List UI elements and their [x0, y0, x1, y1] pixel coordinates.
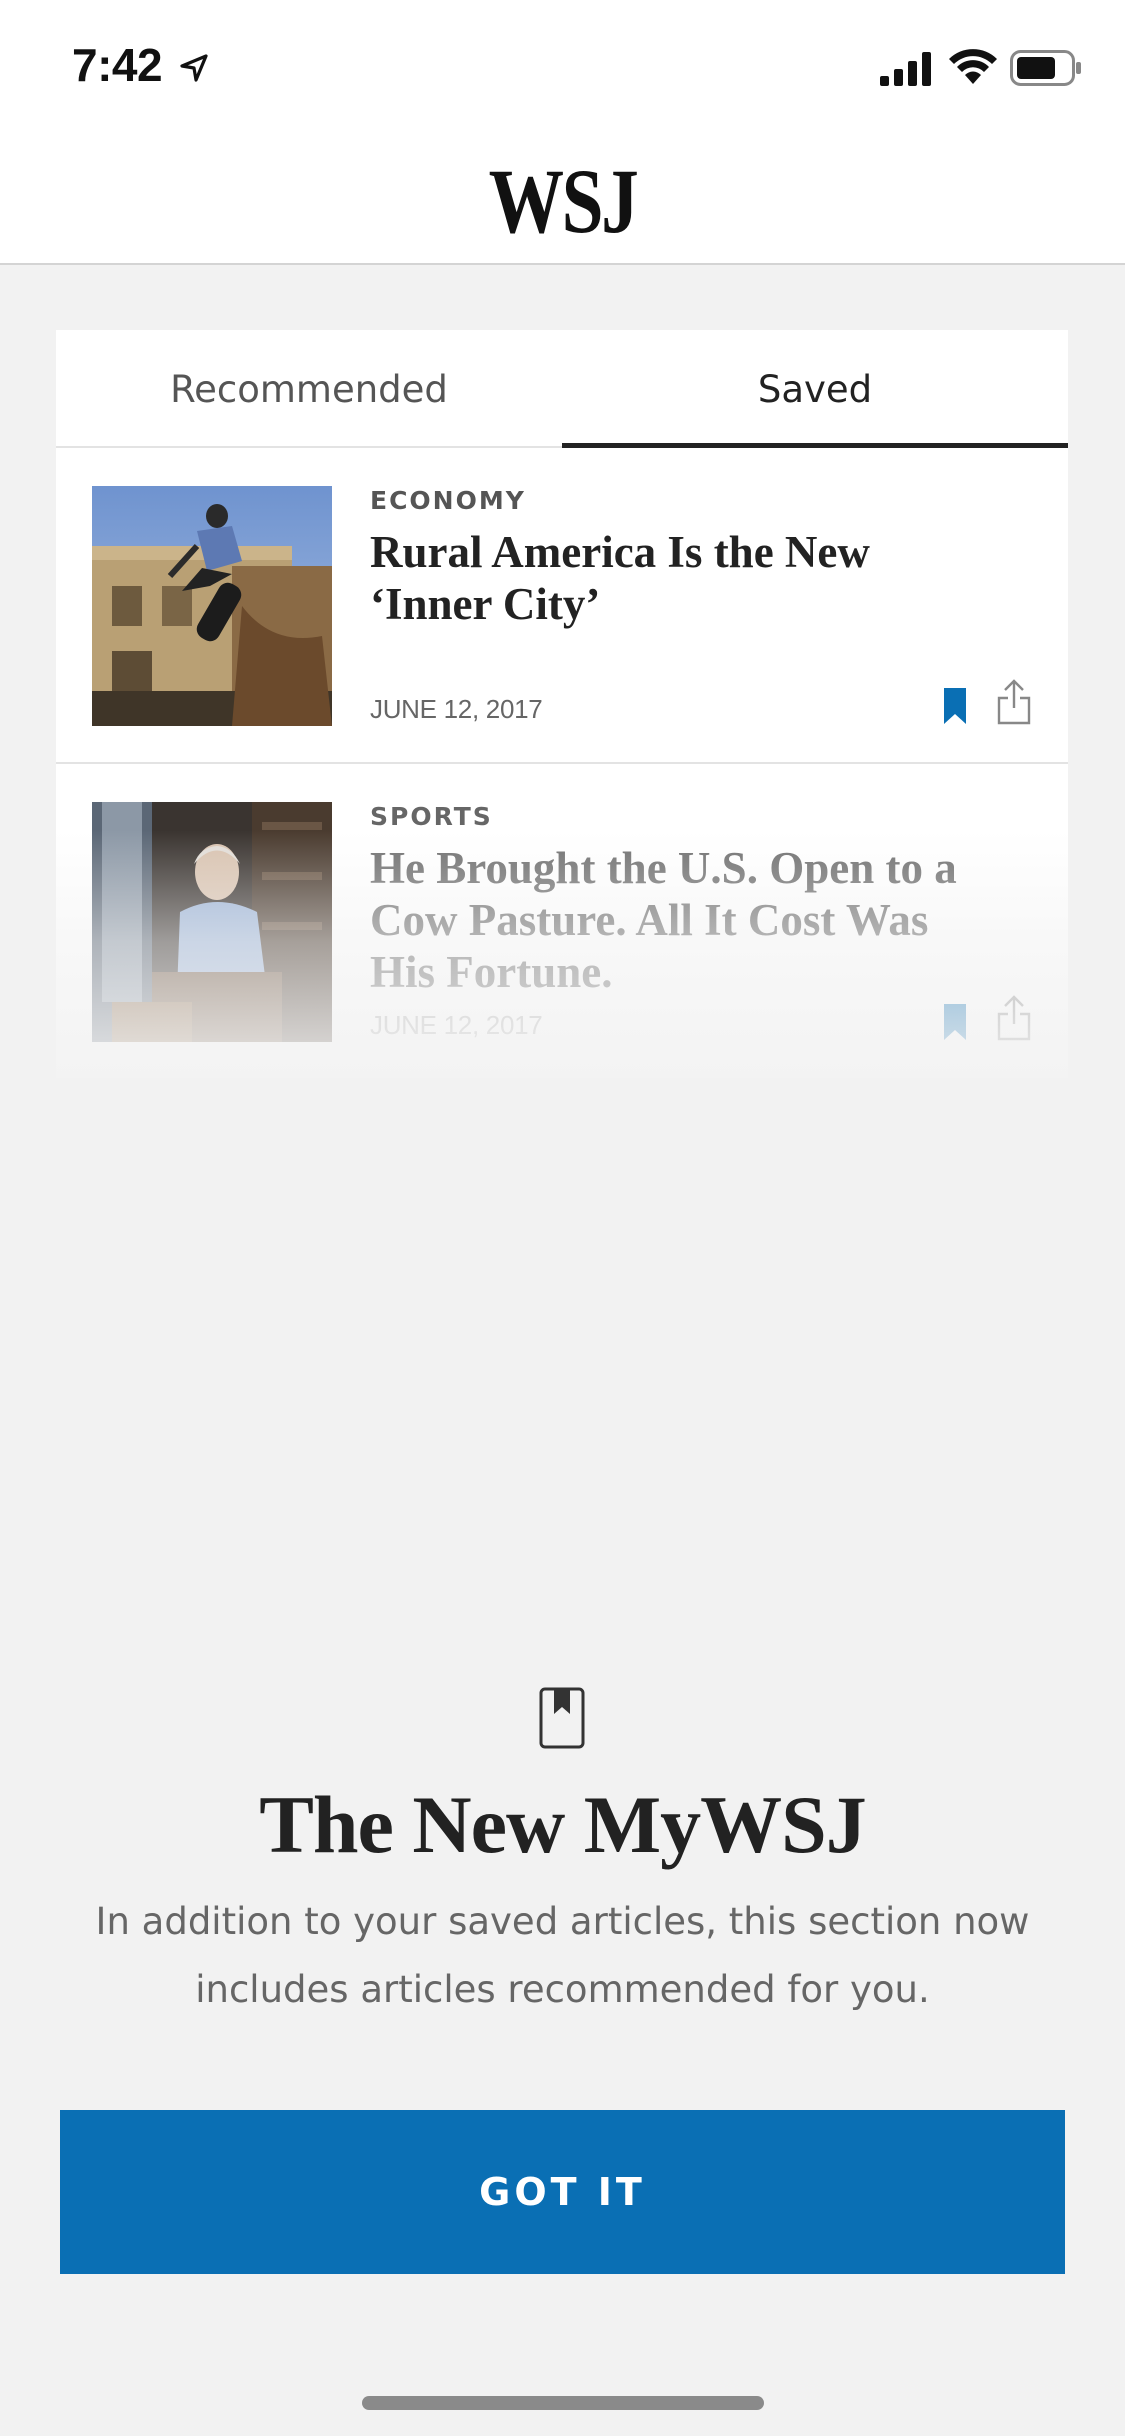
article-date: JUNE 12, 2017 — [370, 1010, 543, 1040]
status-time: 7:42 — [72, 39, 163, 91]
status-bar: 7:42 — [0, 0, 1125, 130]
article-item[interactable]: ECONOMY Rural America Is the New ‘Inner … — [56, 450, 1068, 764]
got-it-button[interactable]: GOT IT — [60, 2110, 1065, 2274]
wsj-logo: WSJ — [488, 150, 639, 252]
article-headline[interactable]: He Brought the U.S. Open to a Cow Pastur… — [370, 842, 970, 998]
app-header: WSJ — [0, 130, 1125, 265]
battery-icon — [1010, 50, 1081, 86]
share-icon[interactable] — [996, 994, 1032, 1042]
selected-tab-indicator — [562, 443, 1068, 448]
bookmark-icon[interactable] — [942, 1002, 968, 1042]
skateboarder-photo — [92, 486, 332, 726]
article-headline[interactable]: Rural America Is the New ‘Inner City’ — [370, 526, 970, 630]
share-icon[interactable] — [996, 678, 1032, 726]
article-section: ECONOMY — [370, 486, 526, 515]
article-date: JUNE 12, 2017 — [370, 694, 543, 724]
bookmark-book-icon — [539, 1687, 585, 1749]
tab-bar: Recommended Saved — [56, 330, 1068, 448]
cellular-signal-icon — [880, 52, 931, 86]
tab-recommended[interactable]: Recommended — [56, 330, 562, 448]
man-portrait-photo — [92, 802, 332, 1042]
article-thumbnail[interactable] — [92, 486, 332, 726]
article-section: SPORTS — [370, 802, 493, 831]
promo-description: In addition to your saved articles, this… — [95, 1900, 1030, 2011]
bookmark-icon[interactable] — [942, 686, 968, 726]
article-item[interactable]: SPORTS He Brought the U.S. Open to a Cow… — [56, 766, 1068, 1078]
promo-title: The New MyWSJ — [259, 1779, 867, 1870]
tab-saved[interactable]: Saved — [562, 330, 1068, 448]
mywsj-card: Recommended Saved ECONOMY Rural America … — [56, 330, 1068, 1078]
article-thumbnail[interactable] — [92, 802, 332, 1042]
wifi-icon — [949, 49, 997, 84]
home-indicator[interactable] — [362, 2396, 764, 2410]
location-arrow-icon — [180, 54, 208, 82]
